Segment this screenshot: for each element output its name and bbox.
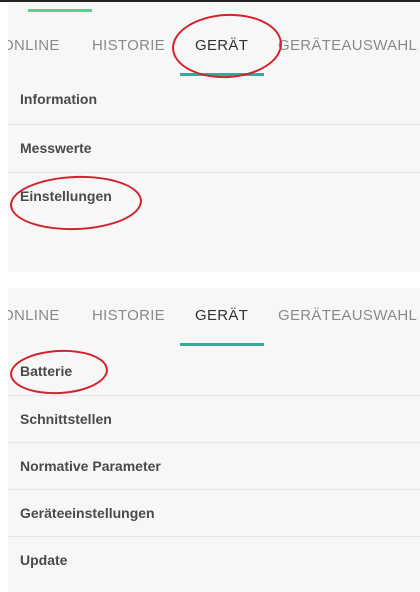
tab-bar: ONLINE HISTORIE GERÄT GERÄTEAUSWAHL bbox=[8, 288, 420, 348]
tab-historie[interactable]: HISTORIE bbox=[92, 288, 165, 344]
menu-item-update[interactable]: Update bbox=[8, 536, 420, 582]
tab-indicator bbox=[180, 343, 264, 346]
menu-item-schnittstellen[interactable]: Schnittstellen bbox=[8, 395, 420, 441]
tab-geraet[interactable]: GERÄT bbox=[195, 18, 248, 74]
menu-item-information[interactable]: Information bbox=[8, 76, 420, 122]
menu-item-batterie[interactable]: Batterie bbox=[8, 348, 420, 394]
tab-bar: ONLINE HISTORIE GERÄT GERÄTEAUSWAHL bbox=[8, 18, 420, 78]
tab-online[interactable]: ONLINE bbox=[8, 288, 60, 344]
menu-item-einstellungen[interactable]: Einstellungen bbox=[8, 172, 420, 218]
tab-geraeteauswahl[interactable]: GERÄTEAUSWAHL bbox=[278, 288, 417, 344]
menu-item-geraeteeinstellungen[interactable]: Geräteeinstellungen bbox=[8, 489, 420, 535]
tab-historie[interactable]: HISTORIE bbox=[92, 18, 165, 74]
tab-geraet[interactable]: GERÄT bbox=[195, 288, 248, 344]
screenshot-panel-bottom: ONLINE HISTORIE GERÄT GERÄTEAUSWAHL Batt… bbox=[8, 288, 420, 592]
menu-item-messwerte[interactable]: Messwerte bbox=[8, 124, 420, 170]
status-bar-accent bbox=[28, 9, 92, 12]
tab-geraeteauswahl[interactable]: GERÄTEAUSWAHL bbox=[278, 18, 417, 74]
menu-item-normative-parameter[interactable]: Normative Parameter bbox=[8, 442, 420, 488]
tab-online[interactable]: ONLINE bbox=[8, 18, 60, 74]
screenshot-panel-top: ONLINE HISTORIE GERÄT GERÄTEAUSWAHL Info… bbox=[8, 2, 420, 272]
